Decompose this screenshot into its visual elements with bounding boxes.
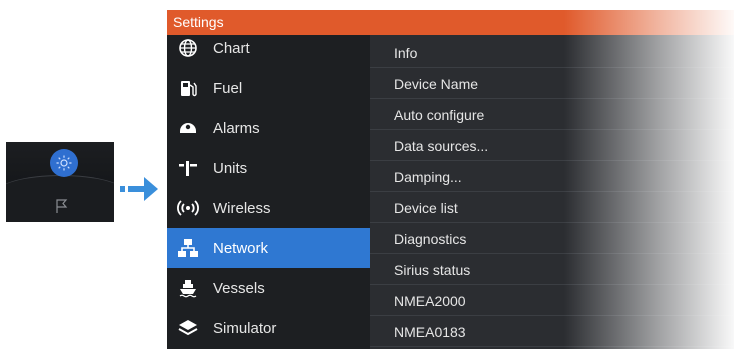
vessel-icon <box>177 277 199 299</box>
home-screen-thumbnail <box>6 142 114 222</box>
list-item-damping[interactable]: Damping... <box>370 162 734 192</box>
settings-dialog: Settings Chart Fuel Alarms Units Wireles… <box>167 10 734 349</box>
list-item-sirius-status[interactable]: Sirius status <box>370 255 734 285</box>
gear-icon <box>50 149 78 177</box>
list-item-nmea2000[interactable]: NMEA2000 <box>370 286 734 316</box>
menu-item-chart[interactable]: Chart <box>167 28 370 68</box>
menu-item-label: Alarms <box>213 119 260 137</box>
menu-item-wireless[interactable]: Wireless <box>167 188 370 228</box>
menu-item-network[interactable]: Network <box>167 228 370 268</box>
list-item-info[interactable]: Info <box>370 38 734 68</box>
menu-item-label: Chart <box>213 39 250 57</box>
wireless-icon <box>177 197 199 219</box>
menu-item-label: Wireless <box>213 199 271 217</box>
menu-item-label: Units <box>213 159 248 177</box>
network-icon <box>177 237 199 259</box>
arrow-right-icon <box>120 174 160 209</box>
list-item-diagnostics[interactable]: Diagnostics <box>370 224 734 254</box>
menu-item-label: Fuel <box>213 79 243 97</box>
list-item-nmea0183[interactable]: NMEA0183 <box>370 317 734 347</box>
menu-item-simulator[interactable]: Simulator <box>167 308 370 348</box>
list-item-auto-configure[interactable]: Auto configure <box>370 100 734 130</box>
flag-icon <box>54 198 70 219</box>
menu-item-units[interactable]: Units <box>167 148 370 188</box>
menu-item-alarms[interactable]: Alarms <box>167 108 370 148</box>
globe-icon <box>177 37 199 59</box>
list-item-device-name[interactable]: Device Name <box>370 69 734 99</box>
settings-category-menu: Chart Fuel Alarms Units Wireless Network… <box>167 35 379 349</box>
simulator-icon <box>177 317 199 339</box>
menu-item-label: Network <box>213 239 269 257</box>
units-icon <box>177 157 199 179</box>
menu-item-fuel[interactable]: Fuel <box>167 68 370 108</box>
alarm-icon <box>177 117 199 139</box>
fuel-pump-icon <box>177 77 199 99</box>
network-settings-list: Info Device Name Auto configure Data sou… <box>370 35 734 349</box>
list-item-data-sources[interactable]: Data sources... <box>370 131 734 161</box>
list-item-device-list[interactable]: Device list <box>370 193 734 223</box>
menu-item-vessels[interactable]: Vessels <box>167 268 370 308</box>
menu-item-label: Simulator <box>213 319 277 337</box>
menu-item-label: Vessels <box>213 279 265 297</box>
